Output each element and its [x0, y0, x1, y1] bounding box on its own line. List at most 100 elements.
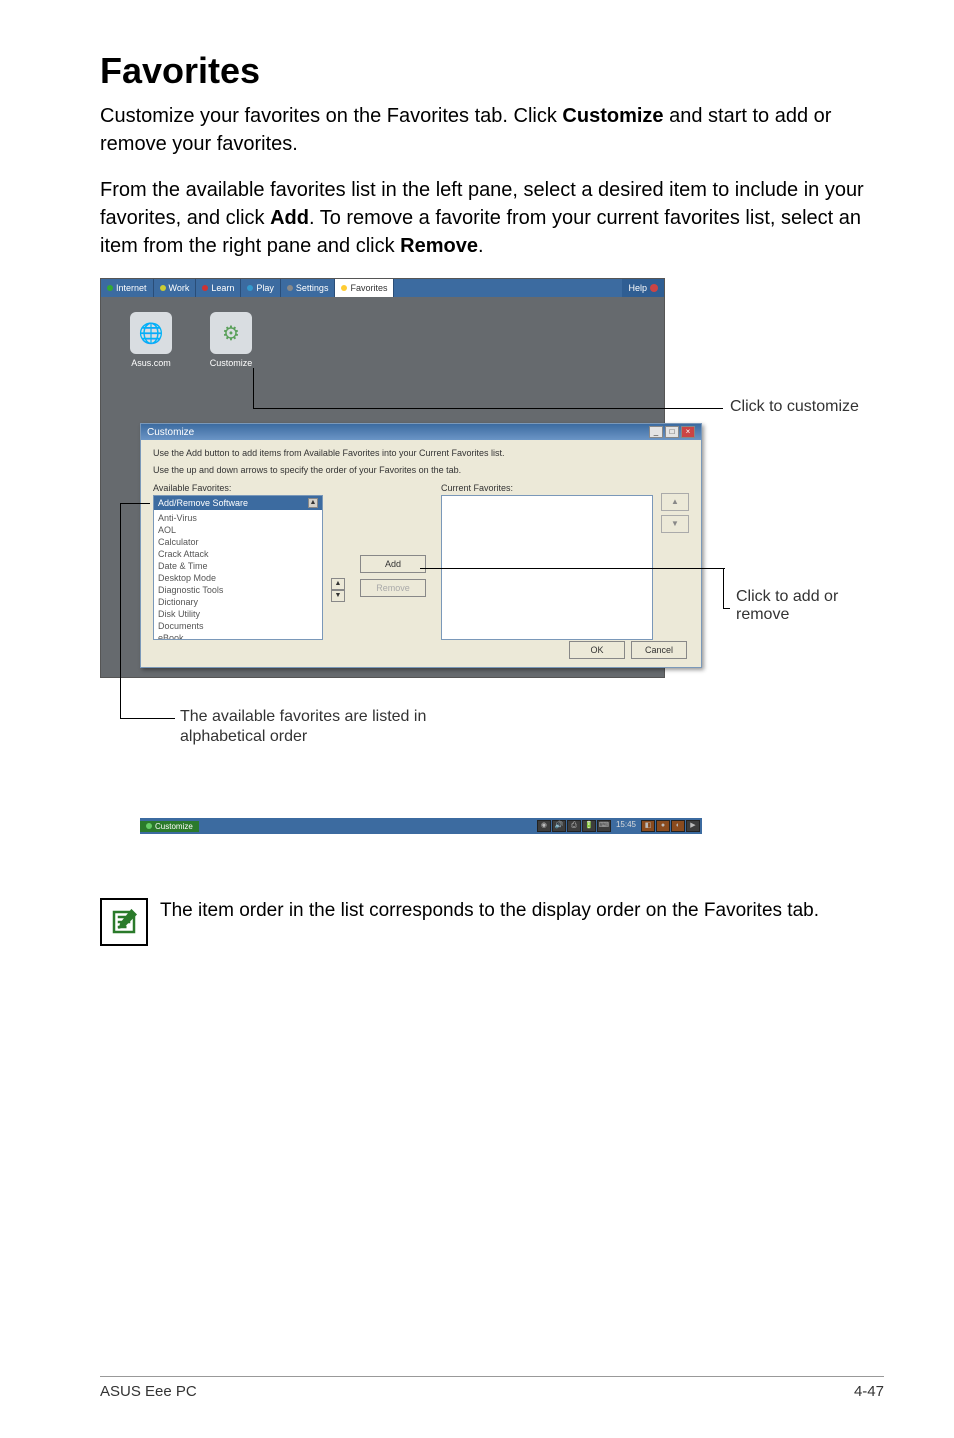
callout-alpha-2: alphabetical order — [180, 728, 307, 746]
dialog-title-text: Customize — [147, 427, 194, 438]
list-item[interactable]: Calculator — [158, 536, 318, 548]
current-label: Current Favorites: — [441, 483, 653, 493]
launcher-customize-label: Customize — [201, 358, 261, 368]
tray-icon[interactable]: ◐ — [671, 820, 685, 832]
tray-time: 15:45 — [612, 820, 640, 832]
footer-right: 4-47 — [854, 1383, 884, 1400]
minimize-button[interactable]: _ — [649, 426, 663, 438]
available-listbox[interactable]: Add/Remove Software ▲ Anti-Virus AOL Cal… — [153, 495, 323, 640]
list-item[interactable]: Crack Attack — [158, 548, 318, 560]
move-up-button[interactable]: ▲ — [331, 578, 345, 590]
star-icon — [341, 285, 347, 291]
launcher-asus[interactable]: 🌐 Asus.com — [121, 312, 181, 368]
tray-icon[interactable]: ◉ — [537, 820, 551, 832]
page-footer: ASUS Eee PC 4-47 — [100, 1376, 884, 1400]
note-icon — [100, 898, 148, 946]
launcher-customize[interactable]: ⚙ Customize — [201, 312, 261, 368]
side-arrows: ▲ ▼ — [661, 483, 689, 640]
help-icon — [650, 284, 658, 292]
reorder-buttons: ▲ ▼ — [331, 578, 345, 640]
add-button[interactable]: Add — [360, 555, 426, 573]
list-item[interactable]: Dictionary — [158, 596, 318, 608]
dialog-titlebar: Customize _ □ × — [141, 424, 701, 440]
tab-play[interactable]: Play — [241, 279, 281, 297]
tab-play-label: Play — [256, 283, 274, 293]
callout-line — [723, 568, 724, 608]
tab-help[interactable]: Help — [622, 279, 664, 297]
callout-line — [253, 368, 254, 408]
tab-settings[interactable]: Settings — [281, 279, 336, 297]
page-title: Favorites — [100, 50, 884, 92]
intro-para-1: Customize your favorites on the Favorite… — [100, 102, 884, 158]
launcher-row: 🌐 Asus.com ⚙ Customize — [101, 297, 664, 383]
tab-learn-label: Learn — [211, 283, 234, 293]
globe-icon — [107, 285, 113, 291]
side-up-button[interactable]: ▲ — [661, 493, 689, 511]
dialog-instruction-2: Use the up and down arrows to specify th… — [153, 465, 689, 476]
callout-alpha-1: The available favorites are listed in — [180, 708, 426, 726]
transfer-buttons: Add Remove — [353, 483, 433, 640]
side-down-button[interactable]: ▼ — [661, 515, 689, 533]
tray-icon[interactable]: ⌨ — [597, 820, 611, 832]
tab-learn[interactable]: Learn — [196, 279, 241, 297]
launcher-asus-label: Asus.com — [121, 358, 181, 368]
available-label: Available Favorites: — [153, 483, 323, 493]
list-item[interactable]: Date & Time — [158, 560, 318, 572]
scroll-up-icon[interactable]: ▲ — [308, 498, 318, 508]
tab-favorites[interactable]: Favorites — [335, 279, 394, 297]
current-listbox[interactable] — [441, 495, 653, 640]
settings-icon — [287, 285, 293, 291]
available-items: Anti-Virus AOL Calculator Crack Attack D… — [154, 510, 322, 640]
taskbar: Customize ◉ 🔊 ⎙ 🔋 ⌨ 15:45 ◧ ● ◐ ▶ — [140, 818, 702, 834]
p2-b1: Add — [270, 207, 309, 229]
list-item[interactable]: Anti-Virus — [158, 512, 318, 524]
tab-favorites-label: Favorites — [350, 283, 387, 293]
tab-internet[interactable]: Internet — [101, 279, 154, 297]
callout-line — [120, 503, 150, 504]
note-text: The item order in the list corresponds t… — [160, 898, 819, 946]
remove-button[interactable]: Remove — [360, 579, 426, 597]
note-row: The item order in the list corresponds t… — [100, 898, 884, 946]
dialog-footer: OK Cancel — [569, 641, 687, 659]
tab-work[interactable]: Work — [154, 279, 197, 297]
tray-icon[interactable]: 🔋 — [582, 820, 596, 832]
tray-icon[interactable]: ▶ — [686, 820, 700, 832]
listbox-header: Add/Remove Software ▲ — [154, 496, 322, 510]
list-item[interactable]: Diagnostic Tools — [158, 584, 318, 596]
p1-bold: Customize — [562, 105, 663, 127]
tab-internet-label: Internet — [116, 283, 147, 293]
footer-left: ASUS Eee PC — [100, 1383, 197, 1400]
list-item[interactable]: Desktop Mode — [158, 572, 318, 584]
system-tray: ◉ 🔊 ⎙ 🔋 ⌨ 15:45 ◧ ● ◐ ▶ — [537, 820, 702, 832]
tab-bar: Internet Work Learn Play Settings Favori… — [101, 279, 664, 297]
intro-para-2: From the available favorites list in the… — [100, 176, 884, 260]
tray-icon[interactable]: ● — [656, 820, 670, 832]
list-item[interactable]: AOL — [158, 524, 318, 536]
dialog-instruction-1: Use the Add button to add items from Ava… — [153, 448, 689, 459]
callout-line — [420, 568, 725, 569]
callout-line — [253, 408, 723, 409]
callout-line — [120, 503, 121, 718]
p1-pre: Customize your favorites on the Favorite… — [100, 105, 562, 127]
p2-b2: Remove — [400, 235, 478, 257]
ok-button[interactable]: OK — [569, 641, 625, 659]
list-item[interactable]: Disk Utility — [158, 608, 318, 620]
taskbar-task[interactable]: Customize — [140, 821, 199, 832]
cancel-button[interactable]: Cancel — [631, 641, 687, 659]
list-item[interactable]: Documents — [158, 620, 318, 632]
close-button[interactable]: × — [681, 426, 695, 438]
tab-work-label: Work — [169, 283, 190, 293]
play-icon — [247, 285, 253, 291]
callout-customize: Click to customize — [730, 398, 859, 416]
tray-icon[interactable]: 🔊 — [552, 820, 566, 832]
tray-icon[interactable]: ⎙ — [567, 820, 581, 832]
learn-icon — [202, 285, 208, 291]
tab-settings-label: Settings — [296, 283, 329, 293]
figure-area: Internet Work Learn Play Settings Favori… — [100, 278, 870, 818]
maximize-button[interactable]: □ — [665, 426, 679, 438]
move-down-button[interactable]: ▼ — [331, 590, 345, 602]
work-icon — [160, 285, 166, 291]
list-item[interactable]: eBook — [158, 632, 318, 640]
dialog-body: Use the Add button to add items from Ava… — [141, 440, 701, 646]
tray-icon[interactable]: ◧ — [641, 820, 655, 832]
